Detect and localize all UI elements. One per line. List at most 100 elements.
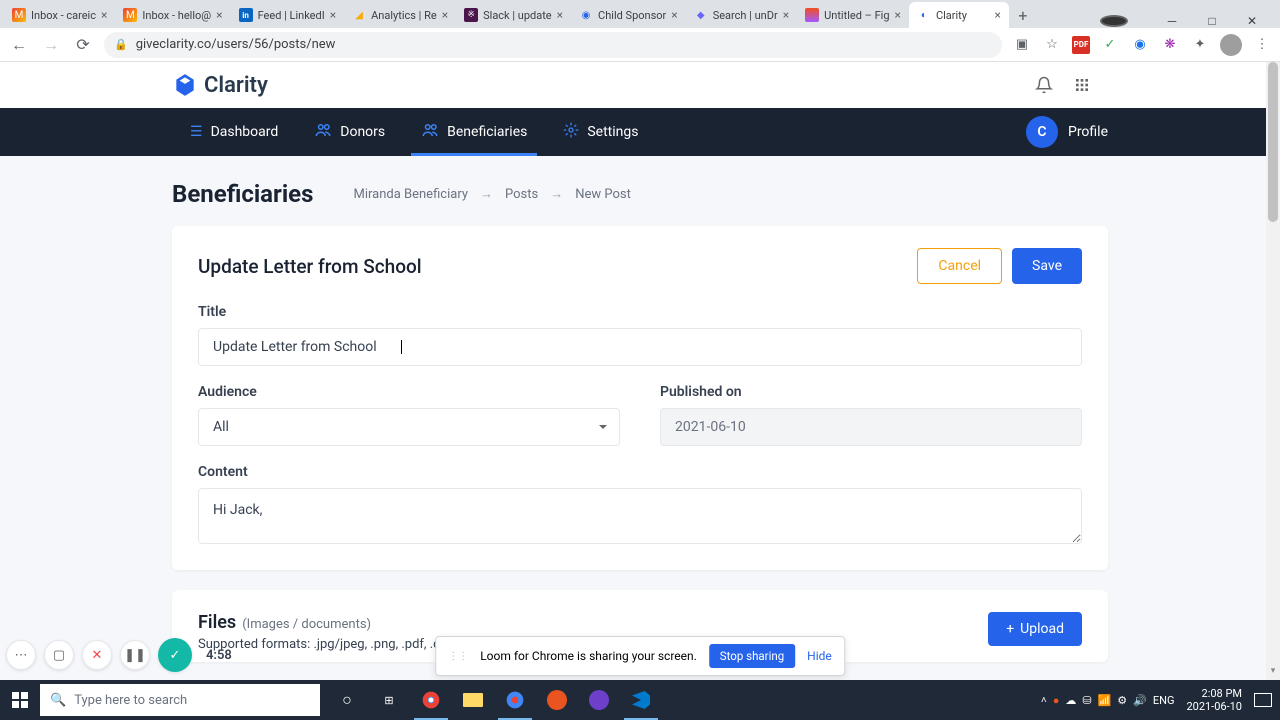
address-bar[interactable]: 🔒 giveclarity.co/users/56/posts/new: [104, 32, 1002, 58]
extension-icon[interactable]: ✓: [1100, 35, 1120, 55]
loom-camera-button[interactable]: ▢: [44, 640, 74, 670]
analytics-icon: ◢: [352, 8, 366, 22]
pdf-extension-icon[interactable]: PDF: [1072, 36, 1090, 54]
reload-button[interactable]: ⟳: [72, 34, 94, 56]
tab-slack[interactable]: ※Slack | update×: [456, 2, 571, 28]
tab-figma[interactable]: FUntitled – Fig×: [797, 2, 909, 28]
nav-settings[interactable]: Settings: [545, 108, 656, 156]
tab-gmail-1[interactable]: MInbox - careic×: [4, 2, 115, 28]
loom-pause-button[interactable]: ❚❚: [120, 640, 150, 670]
close-icon[interactable]: ×: [895, 8, 901, 22]
tab-gmail-2[interactable]: MInbox - hello@×: [115, 2, 230, 28]
task-ubuntu[interactable]: [536, 680, 578, 720]
apps-button[interactable]: [1072, 75, 1092, 95]
breadcrumb-item[interactable]: Miranda Beneficiary: [353, 187, 468, 202]
tray-volume-icon[interactable]: 🔊: [1133, 694, 1147, 707]
loom-record-icon[interactable]: [1100, 15, 1128, 27]
task-explorer[interactable]: [452, 680, 494, 720]
clarity-icon: ◐: [917, 8, 931, 22]
extension-icon[interactable]: ❋: [1160, 35, 1180, 55]
close-icon[interactable]: ×: [783, 8, 789, 22]
tray-lang[interactable]: ENG: [1153, 694, 1175, 707]
published-label: Published on: [660, 384, 1082, 400]
close-window-button[interactable]: ✕: [1238, 14, 1266, 28]
content-textarea[interactable]: Hi Jack, Here is a letter from your spon…: [198, 488, 1082, 544]
tray-db-icon[interactable]: ⛁: [1082, 694, 1091, 707]
close-icon[interactable]: ×: [671, 8, 677, 22]
published-date-input[interactable]: 2021-06-10: [660, 408, 1082, 446]
new-tab-button[interactable]: +: [1009, 2, 1037, 28]
breadcrumb: Miranda Beneficiary → Posts → New Post: [353, 186, 630, 202]
task-github[interactable]: [578, 680, 620, 720]
page-scrollbar[interactable]: ▴ ▾: [1266, 62, 1280, 680]
task-chrome[interactable]: [410, 680, 452, 720]
clarity-logo[interactable]: Clarity: [172, 72, 268, 98]
tab-linkedin[interactable]: inFeed | LinkedI×: [231, 2, 345, 28]
extension-icon[interactable]: ◉: [1130, 35, 1150, 55]
title-input[interactable]: Update Letter from School: [198, 328, 1082, 366]
loom-confirm-button[interactable]: ✓: [158, 638, 192, 672]
gmail-icon: M: [12, 8, 26, 22]
tab-undraw[interactable]: ◆Search | unDr×: [686, 2, 797, 28]
close-icon[interactable]: ×: [330, 8, 336, 22]
loom-more-button[interactable]: ⋯: [6, 640, 36, 670]
tray-wifi-icon[interactable]: 📶: [1098, 694, 1112, 707]
notifications-button[interactable]: [1034, 75, 1054, 95]
nav-beneficiaries[interactable]: Beneficiaries: [403, 108, 545, 156]
bookmark-icon[interactable]: ☆: [1042, 35, 1062, 55]
loom-cancel-button[interactable]: ✕: [82, 640, 112, 670]
stop-sharing-button[interactable]: Stop sharing: [709, 644, 795, 668]
close-icon[interactable]: ×: [995, 8, 1001, 22]
minimize-button[interactable]: ─: [1158, 14, 1186, 28]
audience-label: Audience: [198, 384, 620, 400]
tab-child-sponsor[interactable]: ◉Child Sponsor×: [571, 2, 686, 28]
start-button[interactable]: [0, 680, 40, 720]
forward-button[interactable]: →: [40, 34, 62, 56]
audience-select[interactable]: All: [198, 408, 620, 446]
chevron-right-icon: →: [480, 186, 493, 202]
browser-tab-strip: MInbox - careic× MInbox - hello@× inFeed…: [0, 0, 1280, 28]
main-nav: ☰Dashboard Donors Beneficiaries Settings…: [0, 108, 1280, 156]
menu-button[interactable]: ⋮: [1252, 35, 1272, 55]
tray-icon[interactable]: ⚙: [1117, 694, 1127, 707]
camera-icon[interactable]: ▣: [1012, 35, 1032, 55]
tray-icon[interactable]: ●: [1053, 694, 1060, 707]
hide-share-bar-button[interactable]: Hide: [807, 649, 832, 663]
tab-clarity[interactable]: ◐Clarity×: [909, 2, 1009, 28]
task-view[interactable]: ⊞: [368, 680, 410, 720]
lock-icon: 🔒: [114, 38, 128, 51]
back-button[interactable]: ←: [8, 34, 30, 56]
tab-analytics[interactable]: ◢Analytics | Re×: [344, 2, 456, 28]
profile-avatar[interactable]: [1220, 34, 1242, 56]
search-icon: 🔍: [50, 693, 66, 708]
nav-profile[interactable]: C Profile: [1026, 116, 1108, 148]
tray-datetime[interactable]: 2:08 PM 2021-06-10: [1180, 687, 1248, 713]
cancel-button[interactable]: Cancel: [917, 248, 1002, 284]
tray-notifications[interactable]: [1254, 693, 1272, 707]
title-label: Title: [198, 304, 1082, 320]
taskbar-search[interactable]: 🔍 Type here to search: [40, 684, 320, 716]
close-icon[interactable]: ×: [442, 8, 448, 22]
extensions-button[interactable]: ✦: [1190, 35, 1210, 55]
task-vscode[interactable]: [620, 680, 662, 720]
breadcrumb-item[interactable]: Posts: [505, 187, 538, 202]
scroll-thumb[interactable]: [1268, 62, 1278, 222]
nav-donors[interactable]: Donors: [296, 108, 403, 156]
task-cortana[interactable]: ○: [326, 680, 368, 720]
nav-dashboard[interactable]: ☰Dashboard: [172, 108, 296, 156]
tray-expand[interactable]: ˄: [1041, 695, 1047, 706]
close-icon[interactable]: ×: [101, 8, 107, 22]
files-heading: Files: [198, 612, 236, 633]
text-cursor: [401, 340, 402, 354]
close-icon[interactable]: ×: [557, 8, 563, 22]
slack-icon: ※: [464, 8, 478, 22]
upload-button[interactable]: +Upload: [988, 612, 1082, 646]
save-button[interactable]: Save: [1012, 248, 1082, 284]
scroll-down-arrow[interactable]: ▾: [1266, 666, 1280, 680]
tray-cloud-icon[interactable]: ☁: [1065, 694, 1076, 707]
drag-handle-icon[interactable]: ⋮⋮: [448, 651, 468, 662]
maximize-button[interactable]: □: [1198, 14, 1226, 28]
screen-share-bar: ⋮⋮ Loom for Chrome is sharing your scree…: [435, 636, 845, 676]
task-chrome-2[interactable]: [494, 680, 536, 720]
close-icon[interactable]: ×: [216, 8, 222, 22]
